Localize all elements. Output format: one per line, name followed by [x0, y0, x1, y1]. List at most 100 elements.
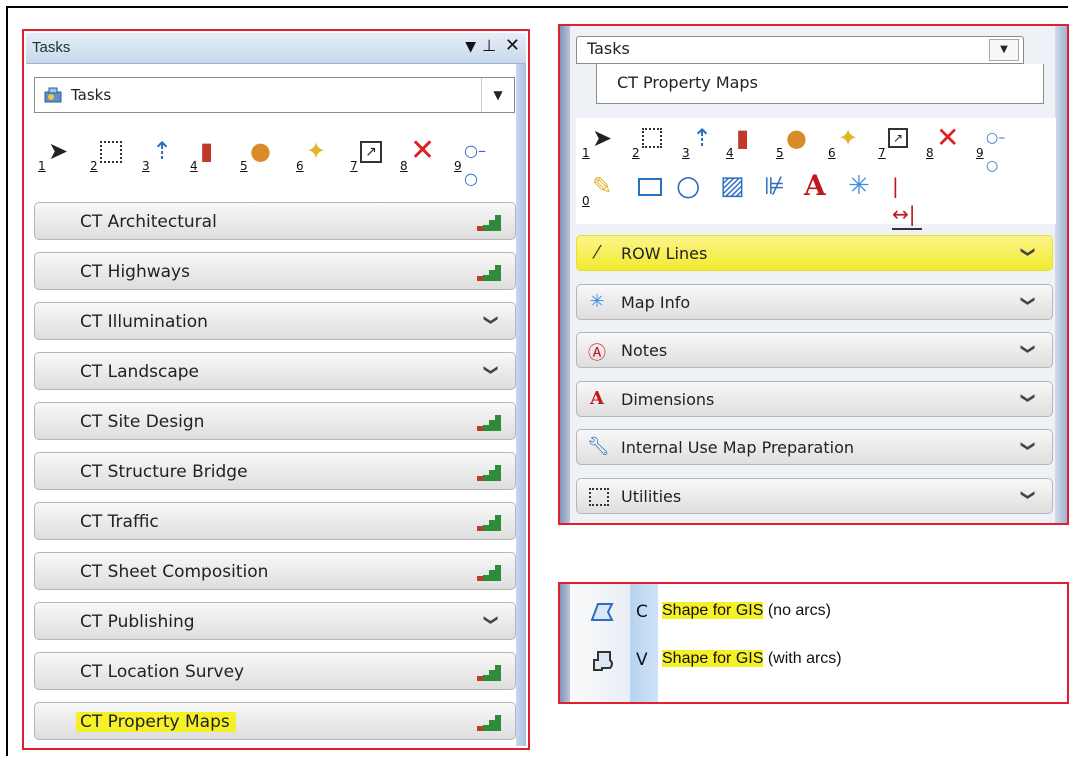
chevron-down-icon: ❯ [483, 614, 500, 626]
tool-attributes[interactable]: 4 ▮ [190, 135, 224, 175]
circle-icon: ○ [676, 169, 701, 202]
row-utilities[interactable]: Utilities ❯ [576, 478, 1053, 514]
chevron-down-icon[interactable]: ▼ [481, 78, 514, 112]
rectangle-icon [638, 178, 662, 196]
task-label: CT Architectural [80, 212, 217, 232]
dotted-rect-icon [589, 488, 609, 506]
tool-place-point[interactable]: 0 ✎ [582, 170, 616, 210]
tool-manipulate[interactable]: 3 ⇡ [682, 122, 716, 162]
tool-circle[interactable]: ○ [672, 170, 706, 210]
tool-change[interactable]: 6 ✦ [828, 122, 862, 162]
manipulate-icon: ⇡ [152, 137, 173, 165]
tool-fence[interactable]: 2 [90, 135, 124, 175]
menu-item-key: C [636, 602, 648, 622]
chevron-down-icon: ❯ [1020, 489, 1037, 501]
task-label: CT Landscape [80, 362, 199, 382]
row-dimensions[interactable]: A Dimensions ❯ [576, 381, 1053, 417]
palette-icon: ● [786, 124, 807, 152]
row-row-lines[interactable]: ⁄ ROW Lines ❯ [576, 235, 1053, 271]
chevron-down-icon: ❯ [1020, 440, 1037, 452]
task-ct-publishing[interactable]: CT Publishing ❯ [34, 602, 516, 640]
row-label: Map Info [621, 293, 691, 312]
tool-annotation[interactable]: ✳ [844, 170, 878, 210]
tool-delete[interactable]: 8 ✕ [400, 133, 436, 175]
row-internal-use-map-preparation[interactable]: 🔧︎ Internal Use Map Preparation ❯ [576, 429, 1053, 465]
delete-x-icon: ✕ [936, 121, 960, 154]
tool-toolbar: 1 ➤ 2 3 ⇡ 4 ▮ 5 ● 6 ✦ 7 ↗ 8 ✕ 9 ○–○ [34, 131, 515, 188]
note-icon: Ⓐ [588, 343, 606, 364]
shape-arc-icon [593, 651, 613, 671]
chevron-down-icon[interactable]: ▼ [989, 39, 1019, 61]
task-ct-landscape[interactable]: CT Landscape ❯ [34, 352, 516, 390]
task-ct-highways[interactable]: CT Highways [34, 252, 516, 290]
tool-number: 6 [828, 146, 836, 160]
close-icon[interactable]: ✕ [505, 35, 520, 56]
tool-scale[interactable]: 7 ↗ [878, 122, 912, 162]
task-label: CT Highways [80, 262, 190, 282]
shape-polygon-icon [590, 603, 614, 621]
delete-x-icon: ✕ [410, 133, 436, 168]
tool-number: 8 [926, 146, 934, 160]
tool-select[interactable]: 1 ➤ [38, 135, 72, 175]
task-label: CT Publishing [80, 612, 195, 632]
task-ct-location-survey[interactable]: CT Location Survey [34, 652, 516, 690]
panel-menu-dropdown-icon[interactable]: ▼ [465, 39, 476, 55]
text-a-icon: A [804, 169, 826, 202]
starburst-icon: ✳ [589, 291, 605, 312]
tool-text[interactable]: A [800, 170, 834, 210]
tasks-panel-left: Tasks ▼ ⊥ ✕ Tasks ▼ 1 ➤ 2 3 ⇡ 4 ▮ 5 ● 6 … [22, 29, 530, 750]
menu-item-shape-no-arcs[interactable]: C Shape for GIS (no arcs) [560, 594, 1060, 630]
stairs-icon [477, 465, 501, 481]
tool-fence[interactable]: 2 [632, 122, 666, 162]
task-label: CT Traffic [80, 512, 159, 532]
tool-palette[interactable]: 5 ● [776, 122, 810, 162]
tool-pattern[interactable]: ▨ [714, 170, 748, 210]
tool-dimension[interactable]: |↔| [888, 170, 922, 230]
task-ct-property-maps[interactable]: CT Property Maps [34, 702, 516, 740]
task-ct-architectural[interactable]: CT Architectural [34, 202, 516, 240]
tool-attributes[interactable]: 4 ▮ [726, 122, 760, 162]
panel-scrollbar[interactable] [516, 64, 526, 746]
tool-number: 7 [350, 159, 358, 173]
row-notes[interactable]: Ⓐ Notes ❯ [576, 332, 1053, 368]
tool-measure[interactable]: 9 ○–○ [976, 122, 1010, 174]
panel-title: Tasks [32, 39, 71, 56]
task-ct-illumination[interactable]: CT Illumination ❯ [34, 302, 516, 340]
tasks-combo[interactable]: Tasks ▼ [34, 77, 515, 113]
tool-palette[interactable]: 5 ● [240, 135, 274, 175]
tool-scale[interactable]: 7 ↗ [350, 135, 384, 175]
tab-label: CT Property Maps [617, 73, 758, 92]
hatch-icon: ▨ [720, 171, 745, 201]
chevron-down-icon: ❯ [1020, 392, 1037, 404]
brush-icon: ▮ [200, 137, 214, 165]
tasks-combo[interactable]: Tasks ▼ [576, 36, 1024, 64]
tool-manipulate[interactable]: 3 ⇡ [142, 135, 176, 175]
task-label: CT Sheet Composition [80, 562, 269, 582]
task-ct-traffic[interactable]: CT Traffic [34, 502, 516, 540]
stairs-icon [477, 215, 501, 231]
tool-measure[interactable]: 9 ○–○ [454, 135, 488, 188]
stairs-icon [477, 515, 501, 531]
arrow-cursor-icon: ➤ [48, 137, 69, 165]
task-ct-sheet-composition[interactable]: CT Sheet Composition [34, 552, 516, 590]
tool-delete[interactable]: 8 ✕ [926, 122, 960, 162]
tool-select[interactable]: 1 ➤ [582, 122, 616, 162]
tool-cell[interactable]: ⊯ [758, 170, 792, 210]
tab-ct-property-maps[interactable]: CT Property Maps [596, 64, 1044, 104]
tool-rectangle[interactable] [632, 170, 666, 210]
tool-change[interactable]: 6 ✦ [296, 135, 330, 175]
tool-number: 1 [582, 146, 590, 160]
row-map-info[interactable]: ✳ Map Info ❯ [576, 284, 1053, 320]
menu-item-shape-with-arcs[interactable]: V Shape for GIS (with arcs) [560, 642, 1060, 678]
shape-menu-panel: C Shape for GIS (no arcs) V Shape for GI… [558, 582, 1069, 704]
task-ct-site-design[interactable]: CT Site Design [34, 402, 516, 440]
tool-number: 3 [142, 159, 150, 173]
panel-scrollbar[interactable] [1055, 26, 1067, 523]
menu-item-highlight: Shape for GIS [662, 650, 764, 667]
palette-icon: ● [250, 137, 271, 165]
scale-icon: ↗ [888, 128, 908, 148]
pin-icon[interactable]: ⊥ [482, 36, 496, 55]
task-ct-structure-bridge[interactable]: CT Structure Bridge [34, 452, 516, 490]
tool-number: 4 [726, 146, 734, 160]
chevron-down-icon: ❯ [1020, 343, 1037, 355]
